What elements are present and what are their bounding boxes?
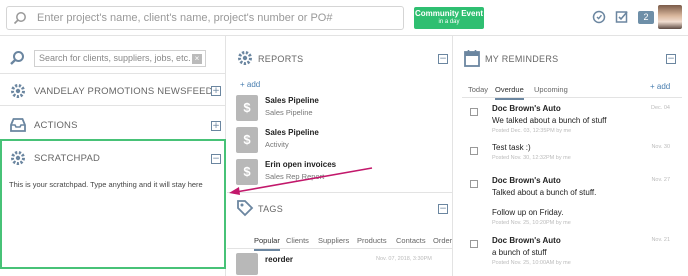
gear-icon: [11, 151, 25, 165]
reminder-item[interactable]: Test task :) Nov. 30 Posted Nov. 30, 12:…: [466, 143, 676, 167]
actions-label: ACTIONS: [34, 120, 78, 131]
reminder-item[interactable]: Doc Brown's Auto Nov. 27 Talked about a …: [466, 176, 676, 200]
reminder-title: Test task :): [492, 143, 531, 152]
reminder-body: Talked about a bunch of stuff.: [492, 188, 597, 197]
collapse-reminders-button[interactable]: −: [666, 54, 676, 64]
clock-icon[interactable]: [592, 10, 606, 24]
scratchpad-text[interactable]: This is your scratchpad. Type anything a…: [9, 180, 203, 189]
tag-icon: [237, 200, 254, 217]
tab-today[interactable]: Today: [468, 85, 488, 94]
add-report-link[interactable]: + add: [240, 80, 260, 89]
report-title: Sales Pipeline: [265, 96, 319, 105]
expand-newsfeed-button[interactable]: +: [211, 86, 221, 96]
task-check-icon[interactable]: [615, 10, 629, 24]
report-title: Sales Pipeline: [265, 128, 319, 137]
tab-upcoming[interactable]: Upcoming: [534, 85, 568, 94]
reports-title: REPORTS: [258, 54, 304, 64]
tag-item[interactable]: reorder Nov. 07, 2018, 3:30PM: [236, 253, 452, 276]
expand-actions-button[interactable]: +: [211, 121, 221, 131]
top-bar: Enter project's name, client's name, pro…: [0, 0, 688, 36]
annotation-arrow: [229, 167, 373, 195]
report-subtitle: Sales Pipeline: [265, 108, 313, 117]
scratchpad-panel-header[interactable]: SCRATCHPAD: [0, 144, 226, 172]
divider: [462, 97, 682, 98]
actions-panel-header[interactable]: ACTIONS: [0, 111, 226, 139]
reminder-title: Doc Brown's Auto: [492, 104, 561, 113]
reminder-date: Nov. 30: [651, 144, 670, 150]
divider: [0, 73, 226, 74]
report-subtitle: Activity: [265, 140, 289, 149]
dollar-document-icon: $: [236, 127, 258, 153]
add-reminder-link[interactable]: + add: [650, 82, 670, 91]
reminder-item[interactable]: Doc Brown's Auto Dec. 04 We talked about…: [466, 104, 676, 138]
report-item[interactable]: $ Sales Pipeline Activity: [236, 127, 446, 157]
tab-contacts[interactable]: Contacts: [396, 236, 426, 245]
reminder-date: Nov. 27: [651, 177, 670, 183]
tag-title: reorder: [265, 255, 294, 264]
tag-document-icon: [236, 253, 258, 275]
global-search-placeholder: Enter project's name, client's name, pro…: [37, 12, 333, 24]
notification-badge[interactable]: 2: [638, 11, 654, 24]
divider: [227, 248, 453, 249]
reminder-date: Dec. 04: [651, 105, 670, 111]
reminder-title: Doc Brown's Auto: [492, 236, 561, 245]
report-item[interactable]: $ Sales Pipeline Sales Pipeline: [236, 95, 446, 125]
tag-date: Nov. 07, 2018, 3:30PM: [376, 256, 432, 262]
newsfeed-panel-header[interactable]: VANDELAY PROMOTIONS NEWSFEED: [0, 77, 226, 105]
collapse-reports-button[interactable]: −: [438, 54, 448, 64]
reminder-checkbox[interactable]: [470, 147, 478, 155]
tab-products[interactable]: Products: [357, 236, 387, 245]
left-search-input[interactable]: Search for clients, suppliers, jobs, etc…: [34, 50, 206, 67]
reminder-posted: Posted Nov. 25, 10:20PM by me: [492, 220, 571, 226]
user-avatar[interactable]: [658, 5, 682, 29]
collapse-scratchpad-button[interactable]: −: [211, 154, 221, 164]
clear-search-icon[interactable]: ×: [192, 54, 202, 64]
global-search-input[interactable]: Enter project's name, client's name, pro…: [6, 6, 404, 30]
tab-order[interactable]: Order: [433, 236, 452, 245]
reminders-title: MY REMINDERS: [485, 54, 559, 64]
reminder-body: We talked about a bunch of stuff: [492, 116, 607, 125]
scratchpad-label: SCRATCHPAD: [34, 153, 101, 164]
reminder-item[interactable]: Follow up on Friday. Posted Nov. 25, 10:…: [466, 208, 676, 228]
tags-title: TAGS: [258, 204, 284, 214]
search-icon: [10, 51, 24, 65]
gear-icon: [11, 84, 25, 98]
reminder-checkbox[interactable]: [470, 108, 478, 116]
reminder-title: Follow up on Friday.: [492, 208, 564, 217]
search-icon: [13, 12, 26, 25]
reminder-date: Nov. 21: [651, 237, 670, 243]
reminder-posted: Posted Nov. 25, 10:00AM by me: [492, 260, 571, 266]
collapse-tags-button[interactable]: −: [438, 204, 448, 214]
reminder-checkbox[interactable]: [470, 240, 478, 248]
inbox-tray-icon: [10, 118, 26, 132]
dollar-document-icon: $: [236, 95, 258, 121]
reminder-posted: Posted Nov. 30, 12:32PM by me: [492, 155, 571, 161]
tab-suppliers[interactable]: Suppliers: [318, 236, 349, 245]
community-event-button[interactable]: Community Event in a day: [414, 7, 484, 29]
newsfeed-label: VANDELAY PROMOTIONS NEWSFEED: [34, 86, 213, 97]
community-event-subtitle: in a day: [438, 19, 460, 25]
gear-icon: [238, 51, 252, 65]
left-search-placeholder: Search for clients, suppliers, jobs, etc…: [39, 53, 191, 63]
reminder-item[interactable]: Doc Brown's Auto Nov. 21 a bunch of stuf…: [466, 236, 676, 274]
tab-clients[interactable]: Clients: [286, 236, 309, 245]
reminder-posted: Posted Dec. 03, 12:35PM by me: [492, 128, 572, 134]
reminder-body: a bunch of stuff: [492, 248, 547, 257]
calendar-icon: [464, 50, 480, 67]
divider: [0, 105, 226, 106]
reminder-checkbox[interactable]: [470, 180, 478, 188]
reminder-title: Doc Brown's Auto: [492, 176, 561, 185]
community-event-title: Community Event: [414, 9, 483, 18]
